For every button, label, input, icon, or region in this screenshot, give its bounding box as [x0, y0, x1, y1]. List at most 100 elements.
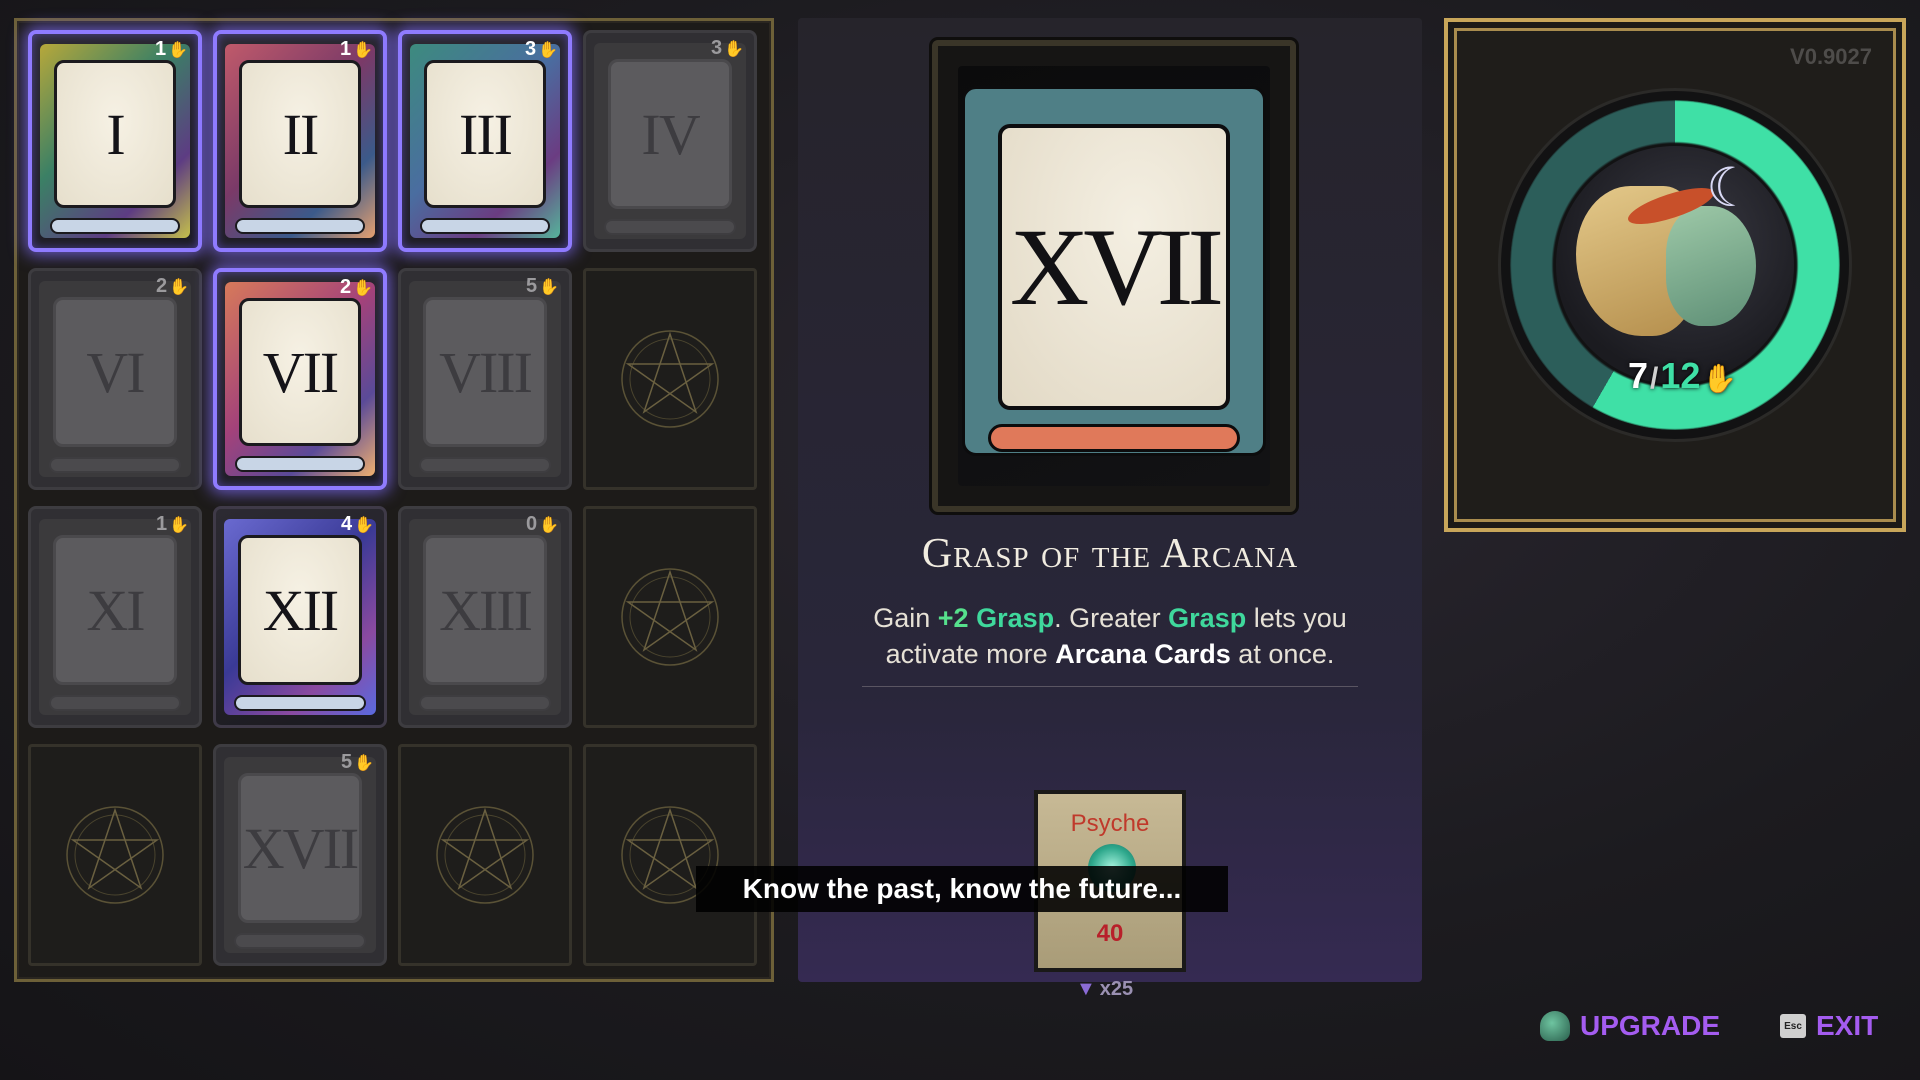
card-numeral: XII — [238, 535, 362, 685]
arcana-card[interactable]: VIII 5 ✋ — [398, 268, 572, 490]
arcana-card[interactable]: VII 2 ✋ — [213, 268, 387, 490]
arcana-card[interactable]: XI 1 ✋ — [28, 506, 202, 728]
selected-card-title: Grasp of the Arcana — [921, 531, 1299, 577]
card-grasp-cost: 1 ✋ — [340, 38, 373, 61]
arcana-card[interactable]: I 1 ✋ — [28, 30, 202, 252]
pentagram-icon — [621, 330, 719, 428]
card-slot[interactable]: III 3 ✋ — [398, 30, 572, 252]
card-cost-value: 3 — [524, 38, 537, 60]
selected-card-art: XVII — [932, 40, 1296, 512]
card-grasp-cost: 2 ✋ — [156, 275, 189, 298]
arcana-card[interactable]: III 3 ✋ — [398, 30, 572, 252]
arcana-card[interactable]: XIII 0 ✋ — [398, 506, 572, 728]
upgrade-key-icon — [1540, 1011, 1570, 1041]
card-cost-value: 5 — [525, 275, 538, 297]
card-slot[interactable]: I 1 ✋ — [28, 30, 202, 252]
card-numeral: IV — [608, 59, 732, 209]
card-grasp-cost: 5 ✋ — [341, 751, 374, 774]
card-slot[interactable] — [583, 506, 757, 728]
cost-resource-label: Psyche — [1070, 810, 1150, 837]
pentagram-icon — [621, 568, 719, 666]
grasp-hand-icon: ✋ — [353, 279, 373, 297]
card-numeral: II — [239, 60, 361, 208]
card-slot[interactable] — [583, 268, 757, 490]
resource-stock: ▼ x25 — [1076, 978, 1133, 1001]
arcana-card[interactable]: XII 4 ✋ — [213, 506, 387, 728]
empty-card-slot[interactable] — [28, 744, 202, 966]
arcana-card[interactable]: II 1 ✋ — [213, 30, 387, 252]
version-label: V0.9027 — [1790, 44, 1872, 69]
card-slot[interactable]: XII 4 ✋ — [213, 506, 387, 728]
card-grasp-cost: 1 ✋ — [156, 513, 189, 536]
card-numeral: XIII — [423, 535, 547, 685]
card-grasp-cost: 3 ✋ — [711, 37, 744, 60]
pentagram-icon — [66, 806, 164, 904]
card-cost-value: 3 — [710, 37, 723, 59]
upgrade-button-label: UPGRADE — [1580, 1010, 1721, 1041]
grasp-hand-icon: ✋ — [354, 516, 374, 534]
card-slot[interactable]: XI 1 ✋ — [28, 506, 202, 728]
card-slot[interactable]: VI 2 ✋ — [28, 268, 202, 490]
pentagram-icon — [436, 806, 534, 904]
card-grasp-cost: 1 ✋ — [155, 38, 188, 61]
selected-card-description: Gain +2 Grasp. Greater Grasp lets you ac… — [873, 603, 1347, 669]
card-numeral: VIII — [423, 297, 547, 447]
dialogue-subtitle: Know the past, know the future... — [696, 866, 1228, 912]
card-cost-value: 2 — [339, 276, 352, 298]
empty-card-slot[interactable] — [583, 506, 757, 728]
empty-card-slot[interactable] — [583, 744, 757, 966]
card-slot[interactable]: XVII 5 ✋ — [213, 744, 387, 966]
esc-key-icon: Esc — [1780, 1014, 1806, 1038]
card-cost-value: 1 — [154, 38, 167, 60]
grasp-hand-icon: ✋ — [168, 41, 188, 59]
card-slot[interactable] — [583, 744, 757, 966]
grasp-hand-icon: ✋ — [169, 278, 189, 296]
card-numeral: I — [54, 60, 176, 208]
grasp-hand-icon: ✋ — [539, 516, 559, 534]
arcana-card[interactable]: IV 3 ✋ — [583, 30, 757, 252]
selected-card-numeral: XVII — [998, 124, 1230, 410]
card-cost-value: 1 — [155, 513, 168, 535]
character-portrait: ☾ — [1556, 146, 1794, 384]
grasp-hand-icon: ✋ — [1702, 363, 1738, 394]
card-slot[interactable]: IV 3 ✋ — [583, 30, 757, 252]
cost-value: 40 — [1096, 920, 1124, 947]
arcana-card[interactable]: VI 2 ✋ — [28, 268, 202, 490]
card-cost-value: 5 — [340, 751, 353, 773]
card-slot[interactable] — [28, 744, 202, 966]
crescent-moon-icon: ☾ — [1706, 158, 1755, 218]
grasp-hand-icon: ✋ — [538, 41, 558, 59]
card-numeral: XVII — [238, 773, 362, 923]
card-slot[interactable]: XIII 0 ✋ — [398, 506, 572, 728]
card-slot[interactable]: VII 2 ✋ — [213, 268, 387, 490]
card-numeral: XI — [53, 535, 177, 685]
card-slot[interactable]: VIII 5 ✋ — [398, 268, 572, 490]
upgrade-button[interactable]: UPGRADE — [1540, 1010, 1720, 1042]
card-cost-value: 2 — [155, 275, 168, 297]
grasp-counter: 7/12 ✋ — [1628, 355, 1738, 396]
card-grasp-cost: 5 ✋ — [526, 275, 559, 298]
grasp-hand-icon: ✋ — [353, 41, 373, 59]
grasp-hand-icon: ✋ — [724, 40, 744, 58]
card-numeral: VII — [239, 298, 361, 446]
exit-button-label: EXIT — [1816, 1010, 1879, 1041]
empty-card-slot[interactable] — [583, 268, 757, 490]
card-cost-value: 0 — [525, 513, 538, 535]
card-grasp-cost: 3 ✋ — [525, 38, 558, 61]
card-slot[interactable]: II 1 ✋ — [213, 30, 387, 252]
card-grasp-cost: 2 ✋ — [340, 276, 373, 299]
grasp-hand-icon: ✋ — [354, 754, 374, 772]
psyche-resource-icon: ▼ — [1076, 978, 1096, 1000]
card-slot[interactable] — [398, 744, 572, 966]
arcana-card[interactable]: XVII 5 ✋ — [213, 744, 387, 966]
card-grasp-cost: 0 ✋ — [526, 513, 559, 536]
card-cost-value: 4 — [340, 513, 353, 535]
grasp-hand-icon: ✋ — [169, 516, 189, 534]
grasp-hand-icon: ✋ — [539, 278, 559, 296]
exit-button[interactable]: Esc EXIT — [1780, 1010, 1878, 1042]
description-divider — [862, 686, 1358, 687]
resource-stock-count: x25 — [1099, 978, 1134, 1000]
empty-card-slot[interactable] — [398, 744, 572, 966]
card-numeral: III — [424, 60, 546, 208]
card-grasp-cost: 4 ✋ — [341, 513, 374, 536]
